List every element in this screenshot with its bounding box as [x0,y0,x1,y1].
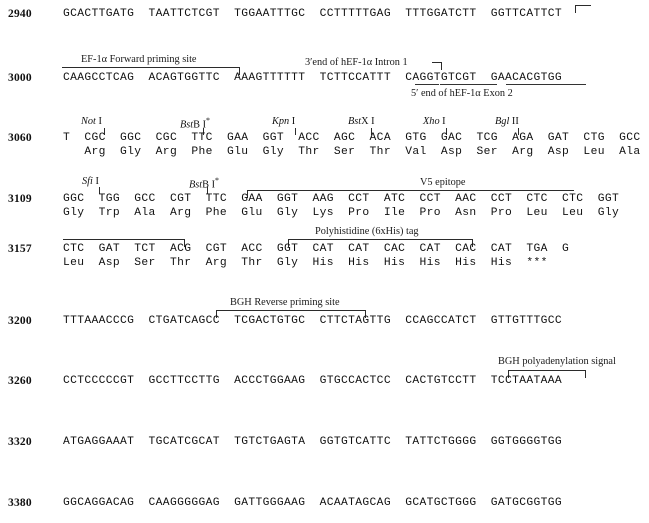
sequence-row-3200: TTTAAACCCG CTGATCAGCC TCGACTGTGC CTTCTAG… [63,315,563,327]
restriction-site-kpn1: Kpn I [272,116,296,127]
coordinate-3060: 3060 [8,132,32,144]
bgh-polyadenylation-signal-end-tick [585,370,586,378]
restriction-site-bstx1: BstX I [348,116,375,127]
coordinate-3260: 3260 [8,375,32,387]
ef1a-forward-priming-site-line [62,67,240,68]
coordinate-3000: 3000 [8,72,32,84]
sequence-row-3380: GGCAGGACAG CAAGGGGGAG GATTGGGAAG ACAATAG… [63,497,563,509]
label-bgh-reverse-priming-site: BGH Reverse priming site [230,297,340,308]
restriction-site-xho1: Xho I [423,116,446,127]
restriction-site-bstb1-second: BstB I* [189,176,220,191]
sequence-row-3157-bases: CTC GAT TCT ACG CGT ACC GGT CAT CAT CAC … [63,243,570,255]
restriction-site-bgl2: Bgl II [495,116,519,127]
v5-epitope-continuation-line [63,239,185,240]
feature-corner-top-horizontal [575,5,591,6]
coordinate-3320: 3320 [8,436,32,448]
sequence-row-3260: CCTCCCCCGT GCCTTCCTTG ACCCTGGAAG GTGCCAC… [63,375,563,387]
coordinate-3380: 3380 [8,497,32,509]
coordinate-3109: 3109 [8,193,32,205]
hef1a-intron1-elbow-vertical [441,62,442,70]
restriction-site-bstb1: BstB I* [180,116,211,131]
restriction-site-not1: Not I [81,116,102,127]
intron1-3end-underline [415,84,439,85]
sequence-row-3157-aminoacids: Leu Asp Ser Thr Arg Thr Gly His His His … [63,257,548,269]
sequence-row-3109-aminoacids: Gly Trp Ala Arg Phe Glu Gly Lys Pro Ile … [63,207,620,219]
label-ef1a-forward-priming-site: EF-1α Forward priming site [81,54,197,65]
exon2-5end-underline-a [440,84,497,85]
feature-corner-top-vertical [575,5,576,13]
coordinate-2940: 2940 [8,8,32,20]
label-bgh-polyadenylation-signal: BGH polyadenylation signal [498,356,616,367]
sequence-row-3320: ATGAGGAAAT TGCATCGCAT TGTCTGAGTA GGTGTCA… [63,436,563,448]
bgh-polyadenylation-signal-line [508,370,586,371]
coordinate-3200: 3200 [8,315,32,327]
label-hef1a-exon2-5end: 5′ end of hEF-1α Exon 2 [411,88,513,99]
sequence-row-3060-bases: T CGC GGC CGC TTC GAA GGT ACC AGC ACA GT… [63,132,641,144]
sequence-row-3109-bases: GGC TGG GCC CGT TTC GAA GGT AAG CCT ATC … [63,193,620,205]
label-polyhistidine-tag: Polyhistidine (6xHis) tag [315,226,419,237]
v5-epitope-line [247,190,574,191]
sequence-row-3060-aminoacids: Arg Gly Arg Phe Glu Gly Thr Ser Thr Val … [63,146,641,158]
sequence-row-3000: CAAGCCTCAG ACAGTGGTTC AAAGTTTTTT TCTTCCA… [63,72,563,84]
coordinate-3157: 3157 [8,243,32,255]
sequence-row-2940: GCACTTGATG TAATTCTCGT TGGAATTTGC CCTTTTT… [63,8,563,20]
polyhistidine-tag-line [288,239,473,240]
label-hef1a-intron1-3end: 3′end of hEF-1α Intron 1 [305,57,408,68]
label-v5-epitope: V5 epitope [420,177,466,188]
exon2-5end-underline-b [506,84,586,85]
bgh-reverse-priming-site-line [216,310,366,311]
sequence-map-page: 2940 GCACTTGATG TAATTCTCGT TGGAATTTGC CC… [0,0,649,523]
restriction-site-sfi1: Sfi I [82,176,99,187]
